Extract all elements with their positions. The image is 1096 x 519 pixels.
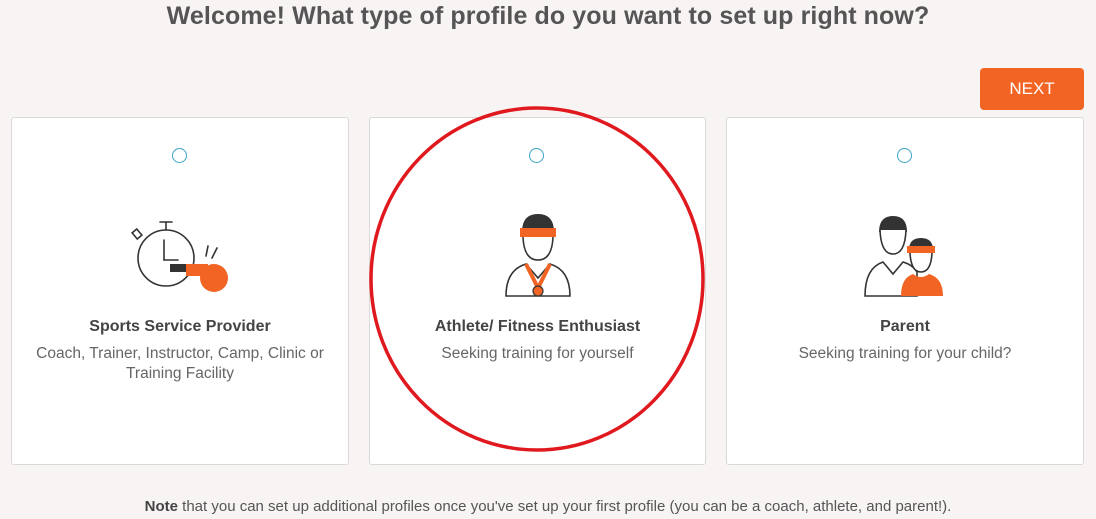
radio-button[interactable] xyxy=(897,148,912,163)
footer-note: Note that you can set up additional prof… xyxy=(0,498,1096,515)
card-description: Seeking training for yourself xyxy=(441,345,634,362)
note-text: that you can set up additional profiles … xyxy=(178,498,952,515)
card-title: Sports Service Provider xyxy=(89,318,271,335)
card-description: Coach, Trainer, Instructor, Camp, Clinic… xyxy=(36,345,324,382)
profile-card-athlete[interactable]: Athlete/ Fitness Enthusiast Seeking trai… xyxy=(369,117,706,465)
card-title: Athlete/ Fitness Enthusiast xyxy=(434,318,641,335)
card-title: Parent xyxy=(880,318,930,335)
radio-button[interactable] xyxy=(172,148,187,163)
card-description: Seeking training for your child? xyxy=(798,345,1012,362)
next-button[interactable]: NEXT xyxy=(980,68,1084,110)
page-heading: Welcome! What type of profile do you wan… xyxy=(166,2,930,30)
profile-card-parent[interactable]: Parent Seeking training for your child? xyxy=(726,117,1084,465)
parent-child-icon xyxy=(861,210,951,307)
note-label: Note xyxy=(144,498,178,515)
athlete-medal-icon xyxy=(500,210,576,307)
stopwatch-whistle-icon xyxy=(130,210,234,307)
profile-card-sports-service-provider[interactable]: Sports Service Provider Coach, Trainer, … xyxy=(11,117,349,465)
radio-button[interactable] xyxy=(529,148,544,163)
